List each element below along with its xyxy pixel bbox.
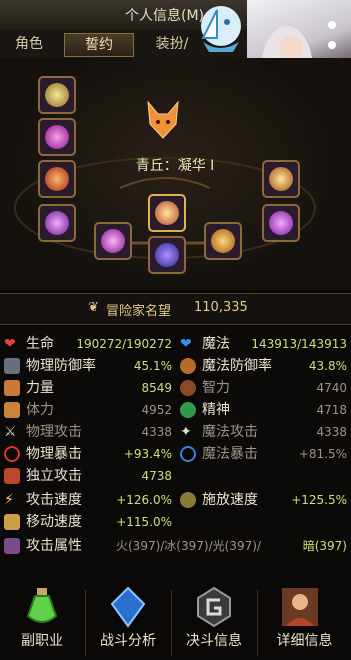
shield-icon [4,358,20,374]
stat-atk-speed: ⚡ 攻击速度 +126.0% [4,492,172,508]
fame-bar: ❦ 冒险家名望 110,335 [0,293,351,325]
stats-grid: ❤ 生命 190272/190272 ❤ 魔法 143913/143913 物理… [0,330,351,565]
stat-move-speed: 移动速度 +115.0% [4,512,172,533]
duel-info-button[interactable]: 决斗信息 [172,584,256,660]
laurel-icon: ❦ [88,300,99,315]
stat-indep-atk: 独立攻击 4738 [4,466,172,487]
stat-phys-atk: ⚔ 物理攻击 4338 [4,424,172,440]
battle-analysis-button[interactable]: 战斗分析 [86,584,170,660]
sub-job-button[interactable]: 副职业 [0,584,84,660]
sword-icon: ⚔ [4,424,17,440]
crystal-icon [110,586,146,628]
stat-strength: 力量 8549 [4,378,172,399]
duel-emblem-icon [197,586,231,628]
sparkle-icon: ✦ [180,424,192,440]
attr-values-green: 暗(397) [302,539,347,553]
pact-slot-3[interactable] [38,160,76,198]
stat-phys-crit: 物理暴击 +93.4% [4,444,172,465]
potion-icon [26,588,58,623]
stat-hp: ❤ 生命 190272/190272 [4,336,172,352]
fox-emblem-icon [147,100,179,139]
tab-pact[interactable]: 誓约 [64,33,134,57]
character-portrait-icon [282,588,318,626]
stat-intelligence: 智力 4740 [180,378,347,399]
stat-magic-def: 魔法防御率 43.8% [180,356,347,377]
detail-info-button[interactable]: 详细信息 [258,584,351,660]
cast-speed-icon [180,492,196,508]
stat-attack-attr: 攻击属性 火(397)/冰(397)/光(397)/ 暗(397) [4,536,347,557]
stat-spirit: 精神 4718 [180,400,347,421]
pact-slot-10[interactable] [262,204,300,242]
intelligence-icon [180,380,196,396]
pact-slot-6[interactable] [148,194,186,232]
spirit-icon [180,402,196,418]
magic-crosshair-icon [180,446,196,462]
pact-slot-7[interactable] [148,236,186,274]
tab-character[interactable]: 角色 [0,33,58,55]
pact-slot-2[interactable] [38,118,76,156]
heart-icon: ❤ [4,336,16,352]
pact-slot-8[interactable] [204,222,242,260]
attack-attribute-icon [4,538,20,554]
stat-cast-speed: 施放速度 +125.5% [180,490,347,511]
attack-speed-icon: ⚡ [4,492,14,508]
stat-magic-atk: ✦ 魔法攻击 4338 [180,424,347,440]
stat-magic-crit: 魔法暴击 +81.5% [180,444,347,465]
pact-slot-9[interactable] [262,160,300,198]
move-speed-icon [4,514,20,530]
independent-attack-icon [4,468,20,484]
pact-slot-1[interactable] [38,76,76,114]
pact-slot-4[interactable] [38,204,76,242]
fame-label: 冒险家名望 [106,304,172,319]
strength-icon [4,380,20,396]
pact-name: 青丘：凝华 I [135,158,215,174]
crosshair-icon [4,446,20,462]
pact-slot-5[interactable] [94,222,132,260]
stat-vitality: 体力 4952 [4,400,172,421]
blue-heart-icon: ❤ [180,336,192,352]
site-logo [201,6,241,52]
stat-phys-def: 物理防御率 45.1% [4,356,172,377]
magic-shield-icon [180,358,196,374]
vitality-icon [4,402,20,418]
fame-value: 110,335 [194,300,248,315]
bottom-toolbar: 副职业 战斗分析 决斗信息 详细信息 [0,584,351,660]
attr-values-gray: 火(397)/冰(397)/光(397)/ [116,539,261,553]
stat-mp: ❤ 魔法 143913/143913 [180,336,347,352]
